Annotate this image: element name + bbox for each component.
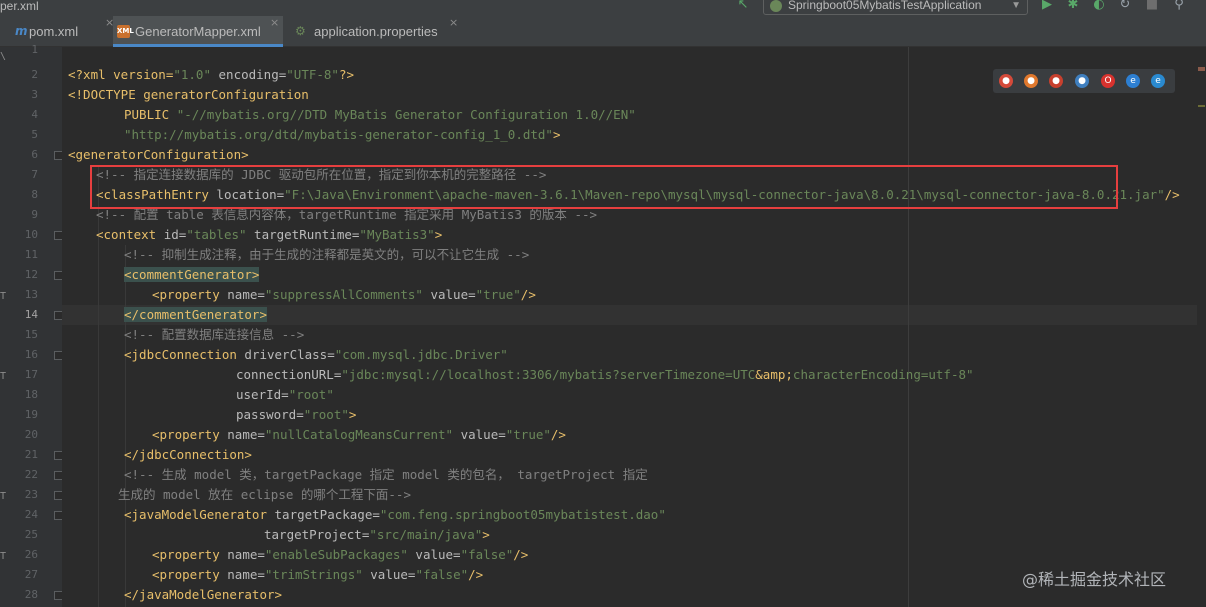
code-line-10: <context id="tables" targetRuntime="MyBa… xyxy=(96,227,443,242)
line-number: 9 xyxy=(31,208,38,221)
tab-label: pom.xml xyxy=(29,24,79,39)
annotation-highlight-box xyxy=(90,165,1118,209)
code-line-27: <property name="trimStrings" value="fals… xyxy=(152,567,484,582)
code-line-18: userId="root" xyxy=(236,387,334,402)
toolbar: per.xml ↖ Springboot05MybatisTestApplica… xyxy=(0,0,1206,16)
error-stripe-marker[interactable] xyxy=(1198,67,1205,71)
tab-label: application.properties xyxy=(314,24,438,39)
watermark: @稀土掘金技术社区 xyxy=(1022,570,1167,589)
chevron-down-icon: ▼ xyxy=(1011,0,1021,11)
code-line-25: targetProject="src/main/java"> xyxy=(264,527,490,542)
line-number: 19 xyxy=(24,408,38,421)
warning-stripe-marker[interactable] xyxy=(1198,105,1205,107)
code-line-2: <?xml version="1.0" encoding="UTF-8"?> xyxy=(68,67,355,82)
line-number-gutter[interactable]: 1 2 3 4 5 6 7 8 9 10 11 12 13 14 15 16 1… xyxy=(8,43,62,607)
edge-icon[interactable]: e xyxy=(1151,74,1165,88)
code-line-20: <property name="nullCatalogMeansCurrent"… xyxy=(152,427,566,442)
editor-tab-bar: m pom.xml × XML GeneratorMapper.xml × ⚙ … xyxy=(0,16,1206,47)
spring-boot-icon xyxy=(770,0,782,12)
breadcrumb[interactable]: per.xml xyxy=(0,0,39,12)
right-margin-guide xyxy=(908,47,909,607)
line-number: 2 xyxy=(31,68,38,81)
tab-label: GeneratorMapper.xml xyxy=(135,24,261,39)
line-number: 13 xyxy=(24,288,38,301)
spring-config-icon: ⚙ xyxy=(295,24,306,38)
ie-icon[interactable]: e xyxy=(1126,74,1140,88)
line-number: 4 xyxy=(31,108,38,121)
line-number: 21 xyxy=(24,448,38,461)
code-line-15: <!-- 配置数据库连接信息 --> xyxy=(124,327,305,342)
line-number: 28 xyxy=(24,588,38,601)
line-number: 17 xyxy=(24,368,38,381)
strip-mark: T xyxy=(0,291,7,302)
strip-mark: T xyxy=(0,551,7,562)
code-line-3: <!DOCTYPE generatorConfiguration xyxy=(68,87,309,102)
close-icon[interactable]: × xyxy=(270,16,279,29)
strip-mark: \ xyxy=(0,51,7,62)
xml-icon: XML xyxy=(117,25,134,38)
line-number: 20 xyxy=(24,428,38,441)
line-number: 8 xyxy=(31,188,38,201)
strip-mark: T xyxy=(0,491,7,502)
line-number: 24 xyxy=(24,508,38,521)
chrome-icon[interactable]: ● xyxy=(999,74,1013,88)
tab-generator-mapper-xml[interactable]: XML GeneratorMapper.xml × xyxy=(113,16,283,47)
line-number: 11 xyxy=(24,248,38,261)
line-number: 27 xyxy=(24,568,38,581)
line-number: 5 xyxy=(31,128,38,141)
safari-icon[interactable]: ● xyxy=(1075,74,1089,88)
code-line-28: </javaModelGenerator> xyxy=(124,587,283,602)
code-editor[interactable]: <?xml version="1.0" encoding="UTF-8"?> <… xyxy=(62,47,1206,607)
search-everywhere-icon[interactable]: ⚲ xyxy=(1172,0,1186,12)
code-line-14: </commentGenerator> xyxy=(124,307,267,322)
editor-scrollbar[interactable] xyxy=(1197,47,1206,607)
code-line-16: <jdbcConnection driverClass="com.mysql.j… xyxy=(124,347,508,362)
line-number-current: 14 xyxy=(24,308,38,321)
line-number: 16 xyxy=(24,348,38,361)
indent-guide xyxy=(125,245,126,607)
run-configuration-select[interactable]: Springboot05MybatisTestApplication ▼ xyxy=(763,0,1028,15)
debug-icon[interactable]: ✱ xyxy=(1066,0,1080,12)
line-number: 25 xyxy=(24,528,38,541)
close-icon[interactable]: × xyxy=(449,16,458,29)
profile-icon[interactable]: ↻ xyxy=(1118,0,1132,12)
code-line-22: <!-- 生成 model 类，targetPackage 指定 model 类… xyxy=(124,467,648,482)
run-icon[interactable]: ▶ xyxy=(1040,0,1054,12)
code-line-11: <!-- 抑制生成注释，由于生成的注释都是英文的，可以不让它生成 --> xyxy=(124,247,530,262)
line-number: 12 xyxy=(24,268,38,281)
project-panel-edge[interactable]: \ T T T T xyxy=(0,47,8,607)
tab-application-properties[interactable]: ⚙ application.properties × xyxy=(295,16,465,47)
code-line-24: <javaModelGenerator targetPackage="com.f… xyxy=(124,507,666,522)
code-line-23: 生成的 model 放在 eclipse 的哪个工程下面--> xyxy=(118,487,411,502)
code-line-6: <generatorConfiguration> xyxy=(68,147,249,162)
code-line-21: </jdbcConnection> xyxy=(124,447,252,462)
line-number: 15 xyxy=(24,328,38,341)
run-configuration-label: Springboot05MybatisTestApplication xyxy=(788,0,982,12)
firefox-dev-icon[interactable]: ● xyxy=(1049,74,1063,88)
opera-icon[interactable]: O xyxy=(1101,74,1115,88)
line-number: 26 xyxy=(24,548,38,561)
line-number: 10 xyxy=(24,228,38,241)
line-number: 22 xyxy=(24,468,38,481)
line-number: 6 xyxy=(31,148,38,161)
code-line-19: password="root"> xyxy=(236,407,357,422)
code-line-17: connectionURL="jdbc:mysql://localhost:33… xyxy=(236,367,974,382)
maven-icon: m xyxy=(15,24,28,38)
firefox-icon[interactable]: ● xyxy=(1024,74,1038,88)
code-line-5: "http://mybatis.org/dtd/mybatis-generato… xyxy=(124,127,561,142)
code-line-13: <property name="suppressAllComments" val… xyxy=(152,287,536,302)
coverage-icon[interactable]: ◐ xyxy=(1092,0,1106,12)
line-number: 1 xyxy=(31,43,38,56)
line-number: 18 xyxy=(24,388,38,401)
code-line-4: PUBLIC "-//mybatis.org//DTD MyBatis Gene… xyxy=(124,107,636,122)
browser-preview-bar: ● ● ● ● O e e xyxy=(993,69,1175,93)
line-number: 3 xyxy=(31,88,38,101)
code-line-12: <commentGenerator> xyxy=(124,267,260,282)
strip-mark: T xyxy=(0,371,7,382)
line-number: 23 xyxy=(24,488,38,501)
stop-icon[interactable]: ■ xyxy=(1145,0,1159,12)
build-hammer-icon[interactable]: ↖ xyxy=(736,0,750,12)
line-number: 7 xyxy=(31,168,38,181)
code-line-26: <property name="enableSubPackages" value… xyxy=(152,547,529,562)
